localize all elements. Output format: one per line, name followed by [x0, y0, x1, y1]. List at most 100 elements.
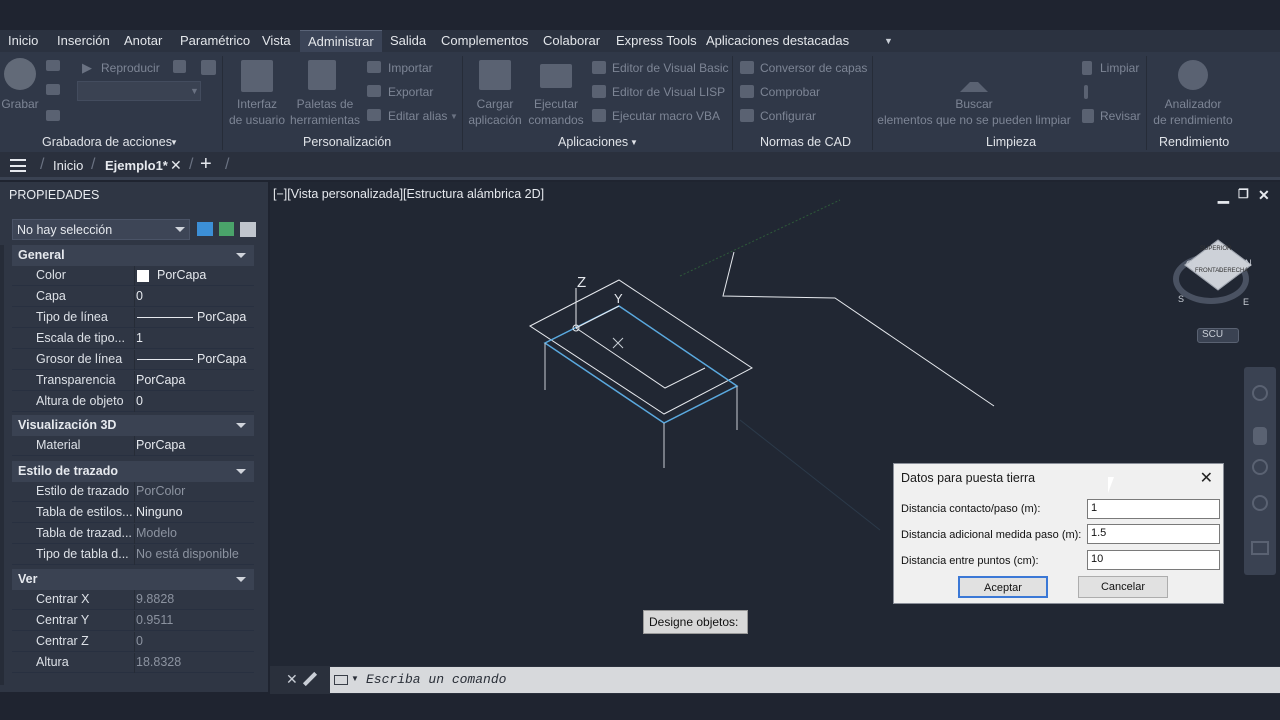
- tab-administrar[interactable]: Administrar: [300, 30, 382, 52]
- command-input[interactable]: ▼ Escriba un comando: [330, 667, 1280, 693]
- run-vba-macro-button[interactable]: Ejecutar macro VBA: [612, 109, 720, 123]
- select-objects-icon[interactable]: [219, 222, 234, 236]
- property-row[interactable]: Material PorCapa: [12, 436, 254, 456]
- panel-title-grabadora[interactable]: Grabadora de acciones: [42, 135, 172, 149]
- grid-axis-line: [739, 419, 881, 531]
- hamburger-menu-icon[interactable]: [10, 159, 26, 172]
- tab-aplicaciones-destacadas[interactable]: Aplicaciones destacadas: [706, 33, 849, 48]
- property-row[interactable]: Tipo de línea PorCapa: [12, 308, 254, 328]
- ok-button[interactable]: Aceptar: [958, 576, 1048, 598]
- viewport-controls-label[interactable]: [−][Vista personalizada][Estructura alám…: [273, 187, 544, 201]
- property-row[interactable]: Tabla de trazad... Modelo: [12, 524, 254, 544]
- chevron-down-icon: [236, 423, 246, 428]
- property-row[interactable]: Transparencia PorCapa: [12, 371, 254, 391]
- pan-icon[interactable]: [1253, 427, 1267, 445]
- command-history-icon[interactable]: [334, 675, 348, 685]
- panel-title-aplicaciones[interactable]: Aplicaciones: [558, 135, 628, 149]
- section-general[interactable]: General: [12, 245, 254, 266]
- property-row[interactable]: Tipo de tabla d... No está disponible: [12, 545, 254, 565]
- insert-icon: [46, 84, 60, 95]
- property-key: Tipo de línea: [36, 310, 108, 324]
- property-row[interactable]: Centrar X 9.8828: [12, 590, 254, 610]
- property-row[interactable]: Centrar Y 0.9511: [12, 611, 254, 631]
- export-button[interactable]: Exportar: [388, 85, 433, 99]
- property-row[interactable]: Tabla de estilos... Ninguno: [12, 503, 254, 523]
- zoom-icon[interactable]: [1252, 459, 1268, 475]
- macro-dropdown[interactable]: [77, 81, 201, 101]
- wrench-icon[interactable]: [302, 671, 318, 687]
- palette-scrollbar[interactable]: [0, 245, 4, 685]
- tab-colaborar[interactable]: Colaborar: [543, 33, 600, 48]
- cancel-button[interactable]: Cancelar: [1078, 576, 1168, 598]
- tab-inicio[interactable]: Inicio: [8, 33, 38, 48]
- minimize-icon[interactable]: ▁: [1218, 187, 1229, 204]
- navigation-bar[interactable]: [1244, 367, 1276, 575]
- audit-button[interactable]: Revisar: [1100, 109, 1141, 123]
- property-row[interactable]: Estilo de trazado PorColor: [12, 482, 254, 502]
- visual-basic-editor-icon: [592, 61, 606, 74]
- distancia-contacto-input[interactable]: 1: [1087, 499, 1220, 519]
- steering-wheel-icon[interactable]: [1252, 385, 1268, 401]
- find-non-purgeable-line2: elementos que no se pueden limpiar: [877, 113, 1071, 127]
- scu-menu[interactable]: SCU: [1197, 328, 1239, 343]
- distancia-puntos-input[interactable]: 10: [1087, 550, 1220, 570]
- property-row[interactable]: Altura de objeto 0: [12, 392, 254, 412]
- close-icon[interactable]: ✕: [170, 157, 182, 174]
- property-value: 9.8828: [134, 590, 254, 610]
- property-row[interactable]: Capa 0: [12, 287, 254, 307]
- import-button[interactable]: Importar: [388, 61, 433, 75]
- section-visualizacion-3d[interactable]: Visualización 3D: [12, 415, 254, 436]
- layer-translator-button[interactable]: Conversor de capas: [760, 61, 867, 75]
- visual-basic-editor-button[interactable]: Editor de Visual Basic: [612, 61, 729, 75]
- tab-complementos[interactable]: Complementos: [441, 33, 528, 48]
- tab-vista[interactable]: Vista: [262, 33, 291, 48]
- showmotion-icon[interactable]: [1251, 541, 1269, 555]
- property-value: 0: [134, 287, 254, 307]
- chevron-down-icon[interactable]: ▼: [884, 36, 893, 46]
- visual-lisp-editor-button[interactable]: Editor de Visual LISP: [612, 85, 725, 99]
- viewcube[interactable]: SUPERIOR FRONTAL DERECHA N O S E: [1171, 234, 1252, 314]
- close-icon[interactable]: ✕: [286, 671, 298, 688]
- selection-dropdown[interactable]: No hay selección: [12, 219, 190, 240]
- run-vba-macro-icon: [592, 109, 606, 122]
- tab-insercion[interactable]: Inserción: [57, 33, 110, 48]
- orbit-icon[interactable]: [1252, 495, 1268, 511]
- file-tab-inicio[interactable]: Inicio: [53, 158, 83, 173]
- tab-anotar[interactable]: Anotar: [124, 33, 162, 48]
- property-row[interactable]: Grosor de línea PorCapa: [12, 350, 254, 370]
- selected-rectangle[interactable]: [543, 305, 739, 424]
- check-standards-button[interactable]: Comprobar: [760, 85, 820, 99]
- user-interface-button[interactable]: Interfaz de usuario: [226, 96, 288, 128]
- property-row[interactable]: Escala de tipo... 1: [12, 329, 254, 349]
- tool-palettes-button[interactable]: Paletas de herramientas: [290, 96, 360, 128]
- tab-salida[interactable]: Salida: [390, 33, 426, 48]
- purge-icon: [1082, 61, 1092, 75]
- section-estilo-trazado[interactable]: Estilo de trazado: [12, 461, 254, 482]
- close-icon[interactable]: ✕: [1258, 187, 1270, 204]
- file-tab-document[interactable]: Ejemplo1*: [105, 158, 168, 173]
- restore-icon[interactable]: ❐: [1238, 187, 1249, 201]
- close-icon[interactable]: ✕: [1200, 468, 1213, 488]
- tab-express-tools[interactable]: Express Tools: [616, 33, 697, 48]
- configure-standards-button[interactable]: Configurar: [760, 109, 816, 123]
- edit-alias-button[interactable]: Editar alias: [388, 109, 447, 123]
- load-application-button[interactable]: Cargar aplicación: [466, 96, 524, 128]
- property-row[interactable]: Altura 18.8328: [12, 653, 254, 673]
- section-ver[interactable]: Ver: [12, 569, 254, 590]
- plus-icon[interactable]: +: [200, 153, 212, 176]
- run-script-button[interactable]: Ejecutar comandos: [526, 96, 586, 128]
- property-row[interactable]: Centrar Z 0: [12, 632, 254, 652]
- play-button[interactable]: Reproducir: [101, 61, 160, 75]
- quick-select-icon[interactable]: [240, 222, 256, 237]
- tab-parametrico[interactable]: Paramétrico: [180, 33, 250, 48]
- chevron-down-icon[interactable]: ▼: [351, 674, 359, 683]
- record-button[interactable]: Grabar: [0, 96, 40, 112]
- find-non-purgeable-button[interactable]: Buscar elementos que no se pueden limpiar: [876, 96, 1072, 128]
- purge-button[interactable]: Limpiar: [1100, 61, 1139, 75]
- hamburger-bar: [10, 164, 26, 167]
- distancia-adicional-input[interactable]: 1.5: [1087, 524, 1220, 544]
- property-row[interactable]: Color PorCapa: [12, 266, 254, 286]
- toggle-pickadd-icon[interactable]: [197, 222, 213, 236]
- performance-analyzer-button[interactable]: Analizador de rendimiento: [1150, 96, 1236, 128]
- grid-axis-line: [679, 199, 841, 277]
